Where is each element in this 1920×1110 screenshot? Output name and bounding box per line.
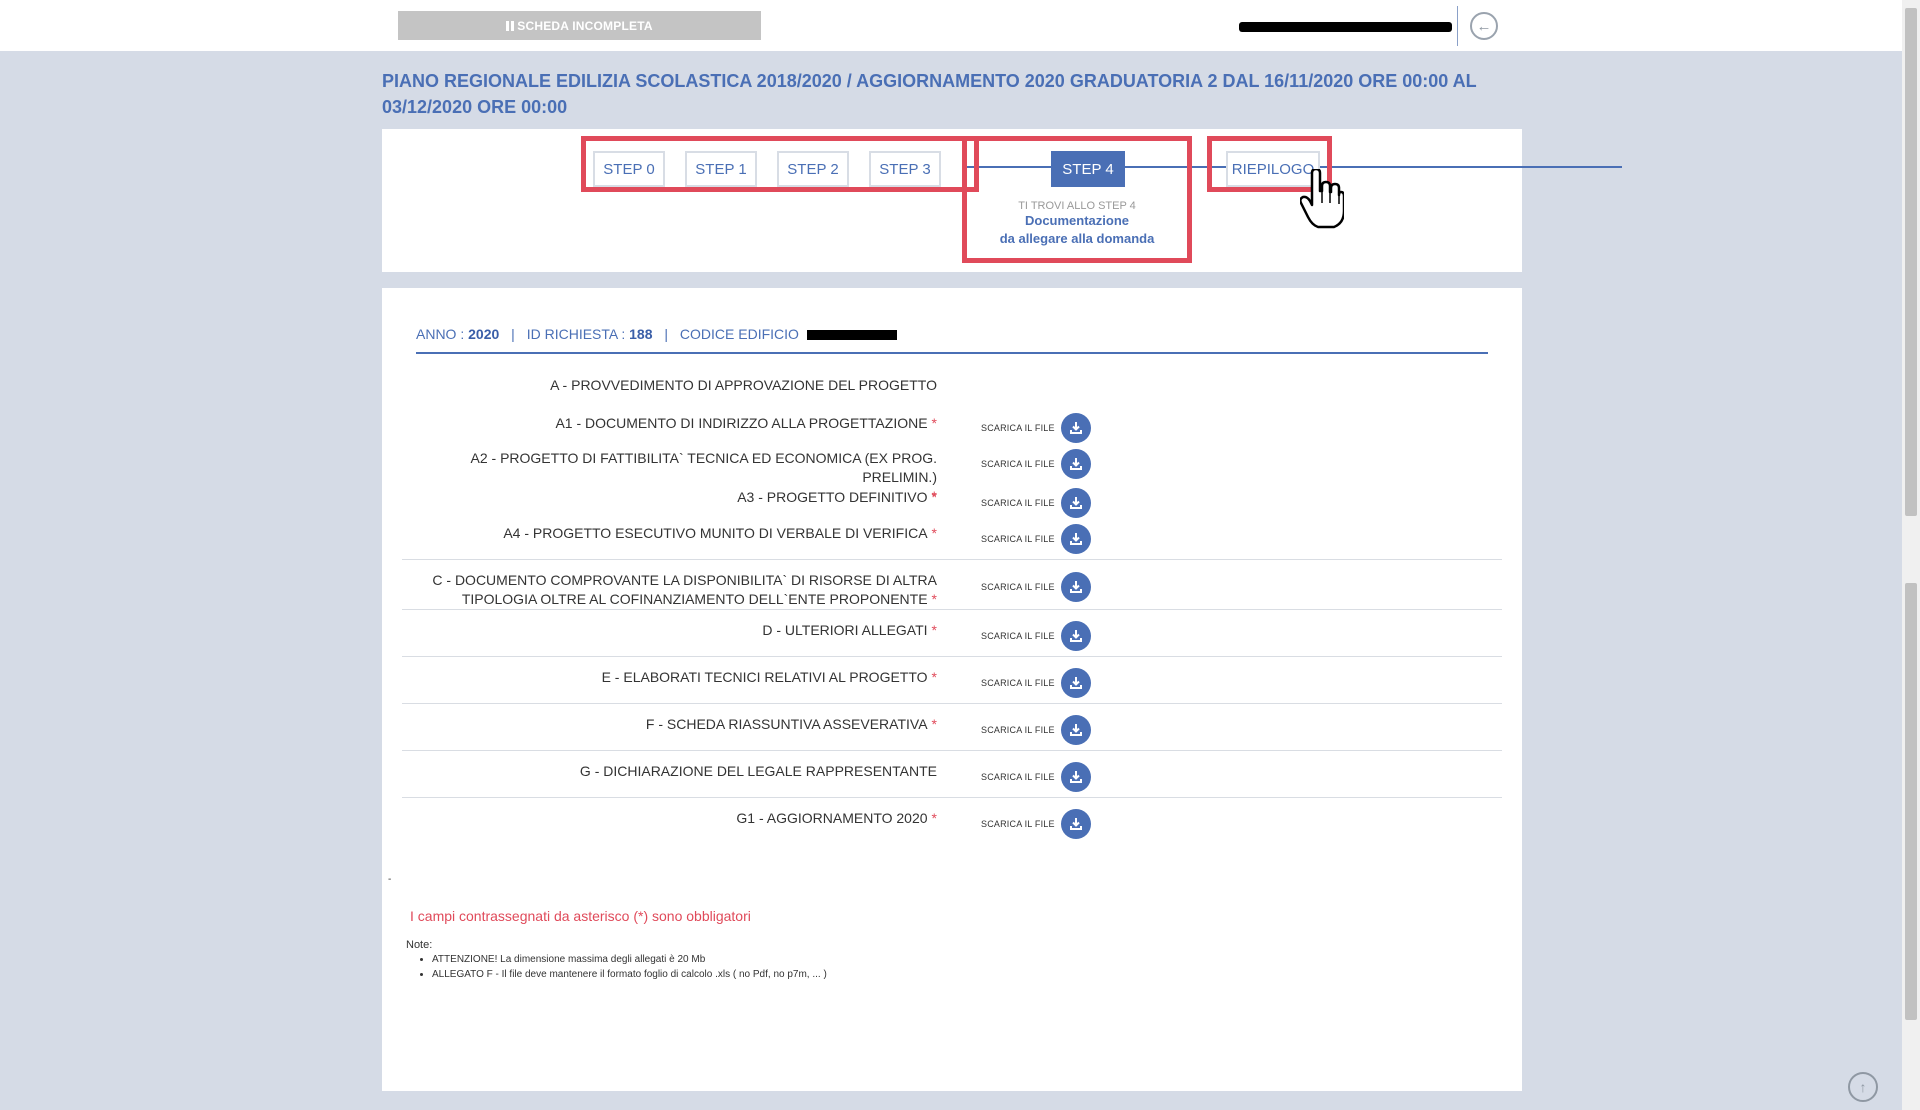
download-a1[interactable]: SCARICA IL FILE xyxy=(981,413,1091,443)
download-f[interactable]: SCARICA IL FILE xyxy=(981,715,1091,745)
page-scrollbar[interactable] xyxy=(1902,0,1920,1110)
doc-a4-label: A4 - PROGETTO ESECUTIVO MUNITO DI VERBAL… xyxy=(503,525,937,541)
row-separator xyxy=(402,609,1502,610)
steps-panel: STEP 0 STEP 1 STEP 2 STEP 3 STEP 4 RIEPI… xyxy=(382,129,1622,272)
step-2[interactable]: STEP 2 xyxy=(777,151,849,187)
doc-c-label: C - DOCUMENTO COMPROVANTE LA DISPONIBILI… xyxy=(432,572,937,607)
current-step-caption: TI TROVI ALLO STEP 4 xyxy=(1018,200,1136,212)
download-icon[interactable] xyxy=(1060,413,1091,443)
divider xyxy=(1457,6,1458,46)
redacted-codice-edificio xyxy=(806,330,897,341)
notes-list: ATTENZIONE! La dimensione massima degli … xyxy=(406,952,827,982)
download-icon[interactable] xyxy=(1060,449,1091,479)
doc-g1-label: G1 - AGGIORNAMENTO 2020 * xyxy=(736,810,937,826)
download-icon[interactable] xyxy=(1060,809,1091,839)
download-icon[interactable] xyxy=(1060,762,1091,792)
download-c[interactable]: SCARICA IL FILE xyxy=(981,572,1091,602)
download-a3[interactable]: SCARICA IL FILE xyxy=(981,488,1091,518)
hand-cursor-icon xyxy=(1300,169,1344,229)
anno-label: ANNO : xyxy=(416,326,465,342)
scheda-status-label: SCHEDA INCOMPLETA xyxy=(517,18,653,33)
step-0[interactable]: STEP 0 xyxy=(593,151,665,187)
download-icon[interactable] xyxy=(1060,488,1091,518)
download-icon[interactable] xyxy=(1060,572,1091,602)
current-step-title-line2: da allegare alla domanda xyxy=(999,231,1155,246)
notes-title: Note: xyxy=(406,939,433,951)
row-separator xyxy=(402,656,1502,657)
step-3[interactable]: STEP 3 xyxy=(869,151,941,187)
download-g1[interactable]: SCARICA IL FILE xyxy=(981,809,1091,839)
arrow-left-icon: ← xyxy=(1476,17,1492,35)
step-4[interactable]: STEP 4 xyxy=(1051,151,1125,187)
doc-a1-label: A1 - DOCUMENTO DI INDIRIZZO ALLA PROGETT… xyxy=(555,415,937,431)
doc-g-label: G - DICHIARAZIONE DEL LEGALE RAPPRESENTA… xyxy=(579,763,937,779)
doc-e-label: E - ELABORATI TECNICI RELATIVI AL PROGET… xyxy=(601,669,937,685)
page-title: PIANO REGIONALE EDILIZIA SCOLASTICA 2018… xyxy=(382,71,1477,117)
id-richiesta-label: ID RICHIESTA : xyxy=(526,326,626,342)
documents-panel: ANNO : 2020 | ID RICHIESTA : 188 | CODIC… xyxy=(382,288,1522,1091)
current-step-title-line1: Documentazione xyxy=(1024,213,1129,228)
download-a4[interactable]: SCARICA IL FILE xyxy=(981,524,1091,554)
download-icon[interactable] xyxy=(1060,715,1091,745)
back-button[interactable]: ← xyxy=(1470,12,1498,40)
note-item: ATTENZIONE! La dimensione massima degli … xyxy=(432,952,827,967)
download-icon[interactable] xyxy=(1060,621,1091,651)
step-1[interactable]: STEP 1 xyxy=(685,151,757,187)
scheda-status-button[interactable]: SCHEDA INCOMPLETA xyxy=(398,11,761,40)
id-richiesta-value: 188 xyxy=(629,326,653,342)
download-e[interactable]: SCARICA IL FILE xyxy=(981,668,1091,698)
download-icon[interactable] xyxy=(1060,524,1091,554)
codice-edificio-label: CODICE EDIFICIO xyxy=(679,326,799,342)
scroll-to-top-button[interactable]: ↑ xyxy=(1848,1072,1878,1102)
row-separator xyxy=(402,559,1502,560)
row-separator xyxy=(402,703,1502,704)
meta-underline xyxy=(416,352,1488,354)
mandatory-fields-note: I campi contrassegnati da asterisco (*) … xyxy=(410,908,751,924)
download-g[interactable]: SCARICA IL FILE xyxy=(981,762,1091,792)
doc-a3-label: A3 - PROGETTO DEFINITIVO * xyxy=(737,489,937,505)
doc-f-label: F - SCHEDA RIASSUNTIVA ASSEVERATIVA * xyxy=(645,716,937,732)
redacted-username xyxy=(1239,22,1452,32)
row-separator xyxy=(402,750,1502,751)
request-meta: ANNO : 2020 | ID RICHIESTA : 188 | CODIC… xyxy=(416,326,897,342)
arrow-up-icon: ↑ xyxy=(1859,1079,1867,1095)
top-bar: SCHEDA INCOMPLETA ← xyxy=(0,0,1902,51)
dash-marker: - xyxy=(388,874,392,885)
download-icon[interactable] xyxy=(1060,668,1091,698)
note-item: ALLEGATO F - Il file deve mantenere il f… xyxy=(432,967,827,982)
download-a2[interactable]: SCARICA IL FILE xyxy=(981,449,1091,479)
anno-value: 2020 xyxy=(468,326,500,342)
scrollbar-thumb[interactable] xyxy=(1905,8,1917,516)
row-separator xyxy=(402,797,1502,798)
scrollbar-thumb-secondary[interactable] xyxy=(1905,583,1917,1020)
download-d[interactable]: SCARICA IL FILE xyxy=(981,621,1091,651)
section-a-label: A - PROVVEDIMENTO DI APPROVAZIONE DEL PR… xyxy=(550,377,937,393)
current-step-info: TI TROVI ALLO STEP 4 Documentazione da a… xyxy=(972,200,1182,248)
pause-icon xyxy=(506,20,515,31)
doc-d-label: D - ULTERIORI ALLEGATI * xyxy=(762,622,937,638)
